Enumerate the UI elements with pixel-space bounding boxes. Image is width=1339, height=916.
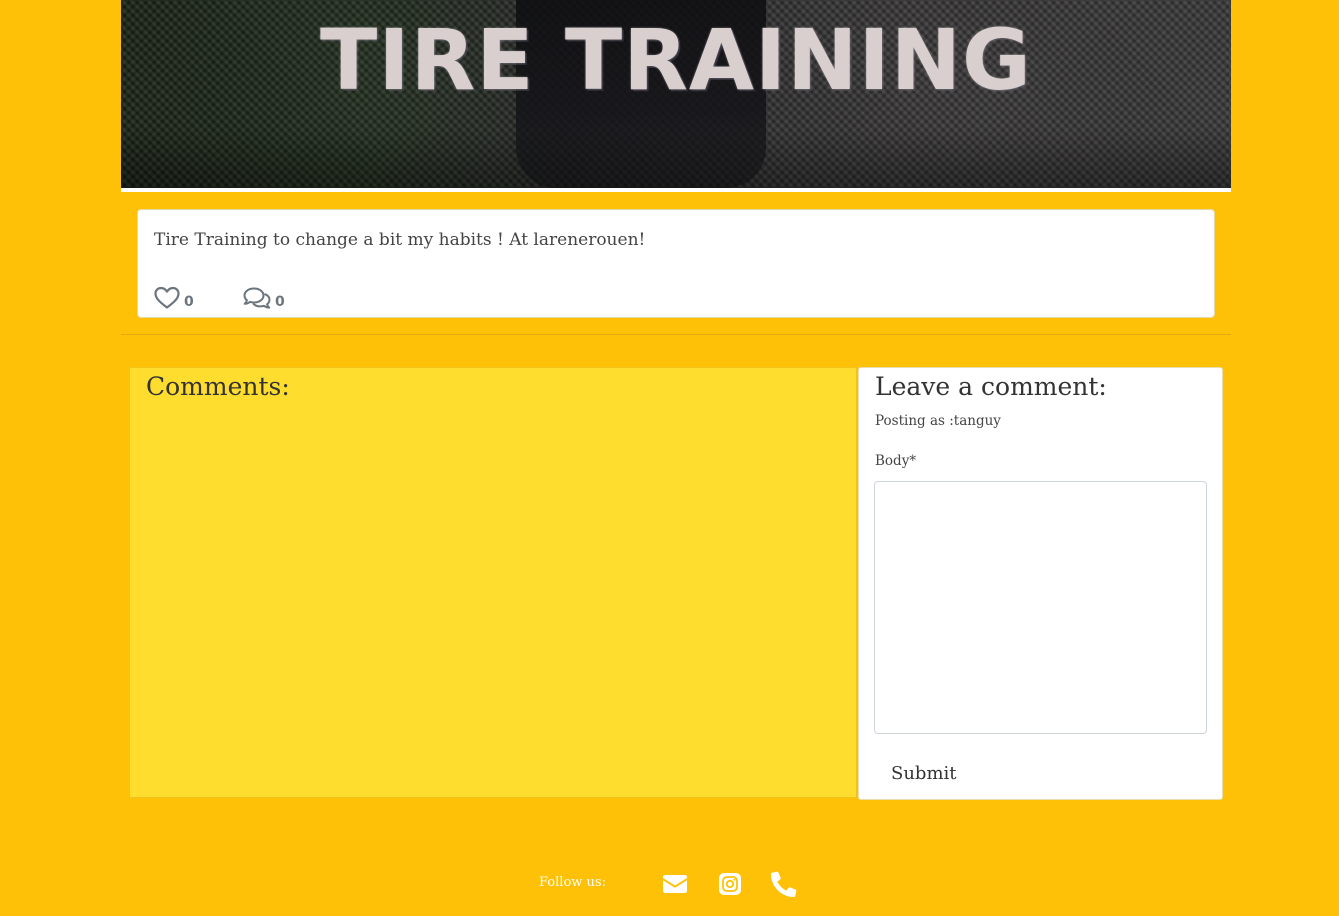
heart-outline-icon [154, 286, 180, 309]
leave-comment-panel: Leave a comment: Posting as :tanguy Body… [858, 367, 1223, 800]
post-card: Tire Training to change a bit my habits … [137, 209, 1215, 318]
hero-underline [121, 188, 1231, 192]
comment-body-textarea[interactable] [874, 481, 1207, 734]
comments-title: Comments: [146, 372, 290, 401]
comments-button[interactable]: 0 [243, 286, 285, 310]
comments-icon [243, 287, 271, 309]
phone-link[interactable] [770, 870, 798, 898]
like-button[interactable]: 0 [154, 286, 194, 310]
phone-icon [771, 871, 797, 897]
comment-count: 0 [275, 294, 285, 310]
hero-banner: TIRE TRAINING [121, 0, 1231, 188]
instagram-icon [719, 873, 741, 895]
posting-as-text: Posting as :tanguy [875, 413, 1001, 429]
hero-floor-shade [121, 128, 1231, 188]
envelope-icon [663, 875, 687, 893]
post-text: Tire Training to change a bit my habits … [154, 230, 646, 250]
follow-us-label: Follow us: [539, 875, 606, 890]
submit-button[interactable]: Submit [875, 757, 973, 790]
leave-comment-title: Leave a comment: [875, 372, 1107, 401]
instagram-link[interactable] [716, 870, 744, 898]
section-divider [121, 334, 1231, 335]
body-label: Body* [875, 453, 917, 469]
comments-panel: Comments: [129, 367, 857, 798]
hero-title: TIRE TRAINING [320, 11, 1032, 109]
like-count: 0 [184, 294, 194, 310]
email-link[interactable] [661, 870, 689, 898]
